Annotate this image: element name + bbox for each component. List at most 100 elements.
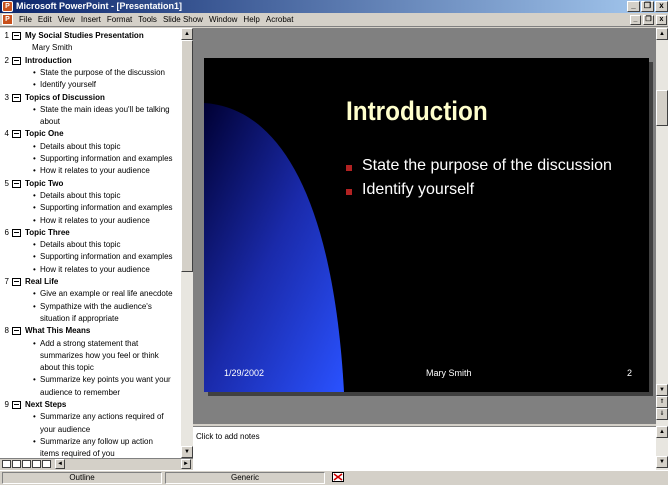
outline-slide-title-row[interactable]: 3 Topics of Discussion	[0, 92, 181, 104]
slide-view-icon[interactable]	[22, 460, 31, 468]
scroll-up-icon[interactable]: ▲	[181, 28, 193, 40]
outline-slide-title-row[interactable]: 9 Next Steps	[0, 399, 181, 411]
outline-slide-title-row[interactable]: 7 Real Life	[0, 276, 181, 288]
outline-bullet-row[interactable]: • Add a strong statement that	[0, 338, 181, 350]
slide-scrollbar[interactable]: ▲ ▼ ⇑ ⇓ ▲ ▼	[656, 28, 668, 470]
slide-canvas[interactable]: Introduction State the purpose of the di…	[204, 58, 649, 392]
outline-bullet-row[interactable]: situation if appropriate	[0, 313, 181, 325]
outline-bullet-row[interactable]: • Give an example or real life anecdote	[0, 288, 181, 300]
outline-slide-title[interactable]: What This Means	[25, 325, 90, 337]
slide-scroll-thumb[interactable]	[656, 90, 668, 126]
menu-window[interactable]: Window	[209, 15, 237, 25]
doc-close-button[interactable]: x	[656, 15, 667, 25]
powerpoint-app-icon[interactable]: P	[2, 1, 13, 12]
outline-bullet-text[interactable]: summarizes how you feel or think	[40, 350, 159, 362]
outline-bullet-text[interactable]: audience to remember	[40, 387, 120, 399]
slide-sorter-view-icon[interactable]	[32, 460, 41, 468]
outline-bullet-text[interactable]: Summarize key points you want your	[40, 374, 171, 386]
slide-show-view-icon[interactable]	[42, 460, 51, 468]
minimize-button[interactable]: _	[627, 1, 640, 12]
outline-bullet-row[interactable]: • State the main ideas you'll be talking	[0, 104, 181, 116]
previous-slide-icon[interactable]: ⇑	[656, 396, 668, 408]
outline-bullet-row[interactable]: summarizes how you feel or think	[0, 350, 181, 362]
outline-slide-title-row[interactable]: 2 Introduction	[0, 55, 181, 67]
outline-bullet-row[interactable]: • Details about this topic	[0, 239, 181, 251]
scroll-up-icon[interactable]: ▲	[656, 28, 668, 40]
outline-bullet-text[interactable]: How it relates to your audience	[40, 264, 150, 276]
slide-icon[interactable]	[12, 93, 21, 102]
outline-slide-title-row[interactable]: 4 Topic One	[0, 128, 181, 140]
outline-bullet-text[interactable]: State the purpose of the discussion	[40, 67, 165, 79]
doc-minimize-button[interactable]: _	[630, 15, 641, 25]
outline-slide-title-row[interactable]: 5 Topic Two	[0, 178, 181, 190]
document-icon[interactable]: P	[2, 14, 13, 25]
outline-bullet-row[interactable]: • Supporting information and examples	[0, 202, 181, 214]
outline-slide-title[interactable]: Topic Three	[25, 227, 70, 239]
outline-bullet-text[interactable]: Supporting information and examples	[40, 202, 173, 214]
outline-bullet-text[interactable]: State the main ideas you'll be talking	[40, 104, 170, 116]
outline-subtitle-row[interactable]: Mary Smith	[0, 42, 181, 54]
outline-slide-title[interactable]: Topic Two	[25, 178, 63, 190]
outline-slide-title-row[interactable]: 1 My Social Studies Presentation	[0, 30, 181, 42]
outline-slide-title[interactable]: Real Life	[25, 276, 58, 288]
slide-icon[interactable]	[12, 228, 21, 237]
outline-bullet-text[interactable]: Sympathize with the audience's	[40, 301, 152, 313]
notes-pane[interactable]: Click to add notes	[193, 426, 656, 470]
menu-acrobat[interactable]: Acrobat	[266, 15, 294, 25]
outline-slide-title[interactable]: My Social Studies Presentation	[25, 30, 144, 42]
menu-edit[interactable]: Edit	[38, 15, 52, 25]
outline-bullet-text[interactable]: items required of you	[40, 448, 115, 458]
slide-icon[interactable]	[12, 327, 21, 336]
outline-bullet-text[interactable]: Details about this topic	[40, 239, 121, 251]
outline-slide-title[interactable]: Topics of Discussion	[25, 92, 105, 104]
slide-icon[interactable]	[12, 130, 21, 139]
outline-bullet-text[interactable]: Supporting information and examples	[40, 251, 173, 263]
slide-icon[interactable]	[12, 179, 21, 188]
menu-file[interactable]: File	[19, 15, 32, 25]
outline-bullet-row[interactable]: • Details about this topic	[0, 141, 181, 153]
slide-icon[interactable]	[12, 278, 21, 286]
outline-bullet-row[interactable]: your audience	[0, 424, 181, 436]
menu-slide-show[interactable]: Slide Show	[163, 15, 203, 25]
outline-bullet-text[interactable]: Give an example or real life anecdote	[40, 288, 173, 300]
normal-view-icon[interactable]	[2, 460, 11, 468]
outline-bullet-row[interactable]: • State the purpose of the discussion	[0, 67, 181, 79]
outline-slide-title-row[interactable]: 6 Topic Three	[0, 227, 181, 239]
scroll-right-icon[interactable]: ►	[181, 459, 191, 469]
outline-bullet-row[interactable]: • How it relates to your audience	[0, 264, 181, 276]
scroll-down-icon[interactable]: ▼	[656, 384, 668, 396]
outline-bullet-row[interactable]: items required of you	[0, 448, 181, 458]
scroll-down-icon[interactable]: ▼	[181, 446, 193, 458]
slide-icon[interactable]	[12, 401, 21, 409]
outline-bullet-text[interactable]: How it relates to your audience	[40, 165, 150, 177]
outline-bullet-text[interactable]: Details about this topic	[40, 141, 121, 153]
outline-bullet-text[interactable]: your audience	[40, 424, 90, 436]
outline-bullet-row[interactable]: • How it relates to your audience	[0, 215, 181, 227]
scroll-left-icon[interactable]: ◄	[55, 459, 65, 469]
scroll-down-icon[interactable]: ▼	[656, 456, 668, 468]
notes-placeholder[interactable]: Click to add notes	[196, 432, 260, 441]
slide-icon[interactable]	[12, 56, 21, 65]
slide-title[interactable]: Introduction	[346, 96, 488, 127]
outline-bullet-row[interactable]: • Summarize key points you want your	[0, 374, 181, 386]
outline-bullet-text[interactable]: about this topic	[40, 362, 94, 374]
slide-bullet-text[interactable]: State the purpose of the discussion	[362, 157, 612, 175]
outline-slide-title[interactable]: Next Steps	[25, 399, 66, 411]
menu-format[interactable]: Format	[107, 15, 132, 25]
outline-bullet-row[interactable]: • Identify yourself	[0, 79, 181, 91]
outline-bullet-row[interactable]: • How it relates to your audience	[0, 165, 181, 177]
outline-pane[interactable]: 1 My Social Studies Presentation Mary Smit…	[0, 28, 181, 458]
outline-bullet-text[interactable]: about	[40, 116, 60, 128]
menu-insert[interactable]: Insert	[81, 15, 101, 25]
outline-bullet-row[interactable]: about	[0, 116, 181, 128]
outline-bullet-row[interactable]: • Details about this topic	[0, 190, 181, 202]
outline-subtitle[interactable]: Mary Smith	[32, 42, 72, 54]
outline-scroll-thumb[interactable]	[181, 40, 193, 272]
outline-bullet-text[interactable]: Details about this topic	[40, 190, 121, 202]
restore-button[interactable]: ❐	[641, 1, 654, 12]
menu-help[interactable]: Help	[243, 15, 259, 25]
outline-bullet-text[interactable]: Supporting information and examples	[40, 153, 173, 165]
outline-bullet-text[interactable]: Identify yourself	[40, 79, 96, 91]
spelling-status-icon[interactable]	[328, 472, 348, 484]
outline-bullet-row[interactable]: • Supporting information and examples	[0, 153, 181, 165]
